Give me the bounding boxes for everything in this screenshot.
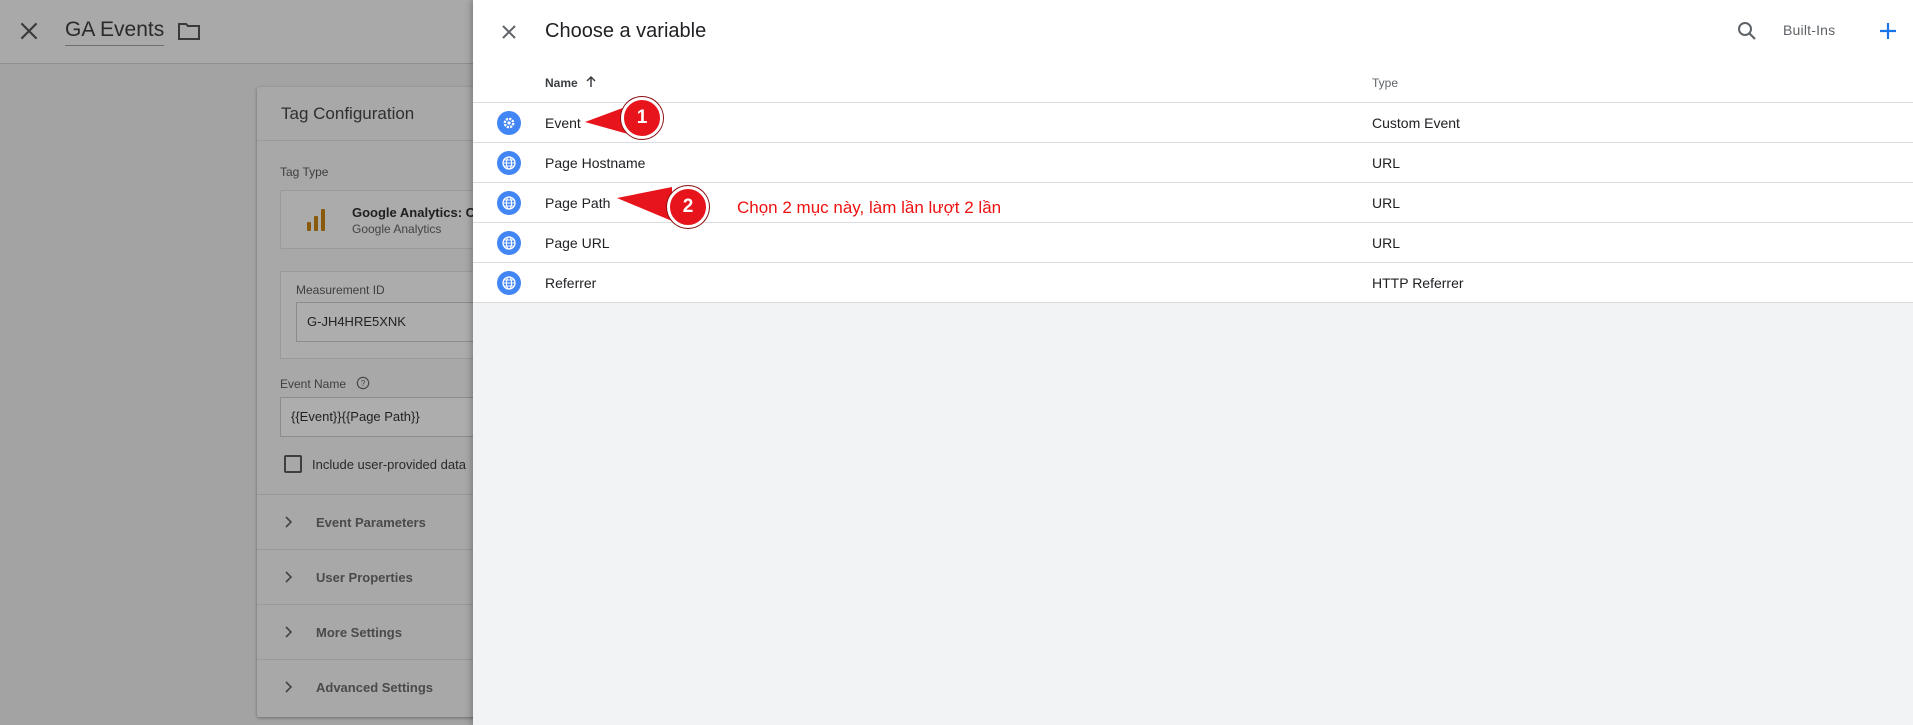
variable-type: URL [1372,235,1401,251]
section-advanced-settings[interactable]: Advanced Settings [257,659,497,715]
table-row[interactable]: Page Hostname URL [473,143,1913,183]
globe-icon [497,191,521,215]
add-icon[interactable] [1875,18,1901,44]
tag-type-selector[interactable]: Google Analytics: C Google Analytics [280,190,498,249]
annotation-badge-2: 2 [667,186,709,228]
section-user-properties[interactable]: User Properties [257,549,497,605]
include-user-data-label: Include user-provided data [312,457,466,472]
globe-icon [497,151,521,175]
analytics-logo-icon [307,209,327,231]
variable-type: HTTP Referrer [1372,275,1464,291]
globe-icon [497,231,521,255]
panel-title: Choose a variable [545,20,707,42]
variable-type: Custom Event [1372,115,1460,131]
variable-type: URL [1372,195,1401,211]
section-label: Event Parameters [316,515,426,530]
card-title: Tag Configuration [281,104,415,123]
section-label: More Settings [316,625,402,640]
variable-name: Page Hostname [545,155,646,171]
annotation-badge-1: 1 [621,97,663,139]
section-label: User Properties [316,570,413,585]
event-name-input[interactable]: {{Event}}{{Page Path}} [280,397,498,437]
event-name-value: {{Event}}{{Page Path}} [291,409,420,424]
include-user-data-checkbox[interactable] [284,455,302,473]
folder-icon[interactable] [177,20,201,42]
tag-type-sub: Google Analytics [352,222,442,236]
variable-name: Page URL [545,235,610,251]
measurement-id-group: Measurement ID G-JH4HRE5XNK [280,271,499,359]
chevron-right-icon [285,626,293,638]
variables-table: Name Type Event Custom Event Page Hostna… [473,64,1913,303]
chevron-right-icon [285,571,293,583]
column-header-type: Type [1372,76,1399,90]
tag-title[interactable]: GA Events [65,18,165,46]
close-icon[interactable] [16,18,42,44]
chevron-right-icon [285,681,293,693]
measurement-id-value: G-JH4HRE5XNK [307,314,406,329]
tag-type-name: Google Analytics: C [352,205,476,220]
close-icon[interactable] [497,20,521,44]
section-label: Advanced Settings [316,680,434,695]
help-icon[interactable]: ? [356,376,370,390]
tag-configuration-card: Tag Configuration Tag Type Google Analyt… [257,87,499,717]
card-header: Tag Configuration [257,87,497,141]
chevron-right-icon [285,516,293,528]
table-header: Name Type [473,64,1913,103]
variable-name: Event [545,115,581,131]
variable-name: Page Path [545,195,611,211]
annotation-note: Chọn 2 mục này, làm lần lượt 2 lần [737,198,1002,217]
arrow-up-icon[interactable] [584,75,598,89]
variable-name: Referrer [545,275,597,291]
column-header-name[interactable]: Name [545,76,578,90]
table-row[interactable]: Page URL URL [473,223,1913,263]
search-icon[interactable] [1735,19,1759,43]
section-more-settings[interactable]: More Settings [257,604,497,660]
variable-type: URL [1372,155,1401,171]
panel-header: Choose a variable Built-Ins [473,0,1913,64]
builtins-button[interactable]: Built-Ins [1783,22,1835,38]
globe-icon [497,271,521,295]
gear-icon [497,111,521,135]
event-name-label: Event Name [280,377,347,391]
section-event-parameters[interactable]: Event Parameters [257,494,497,550]
table-row[interactable]: Event Custom Event [473,103,1913,143]
choose-variable-panel: Choose a variable Built-Ins Name Type Ev… [473,0,1913,725]
svg-text:?: ? [361,379,366,388]
tag-type-label: Tag Type [280,165,329,179]
measurement-id-label: Measurement ID [296,283,385,297]
table-row[interactable]: Referrer HTTP Referrer [473,263,1913,303]
measurement-id-input[interactable]: G-JH4HRE5XNK [296,302,499,342]
